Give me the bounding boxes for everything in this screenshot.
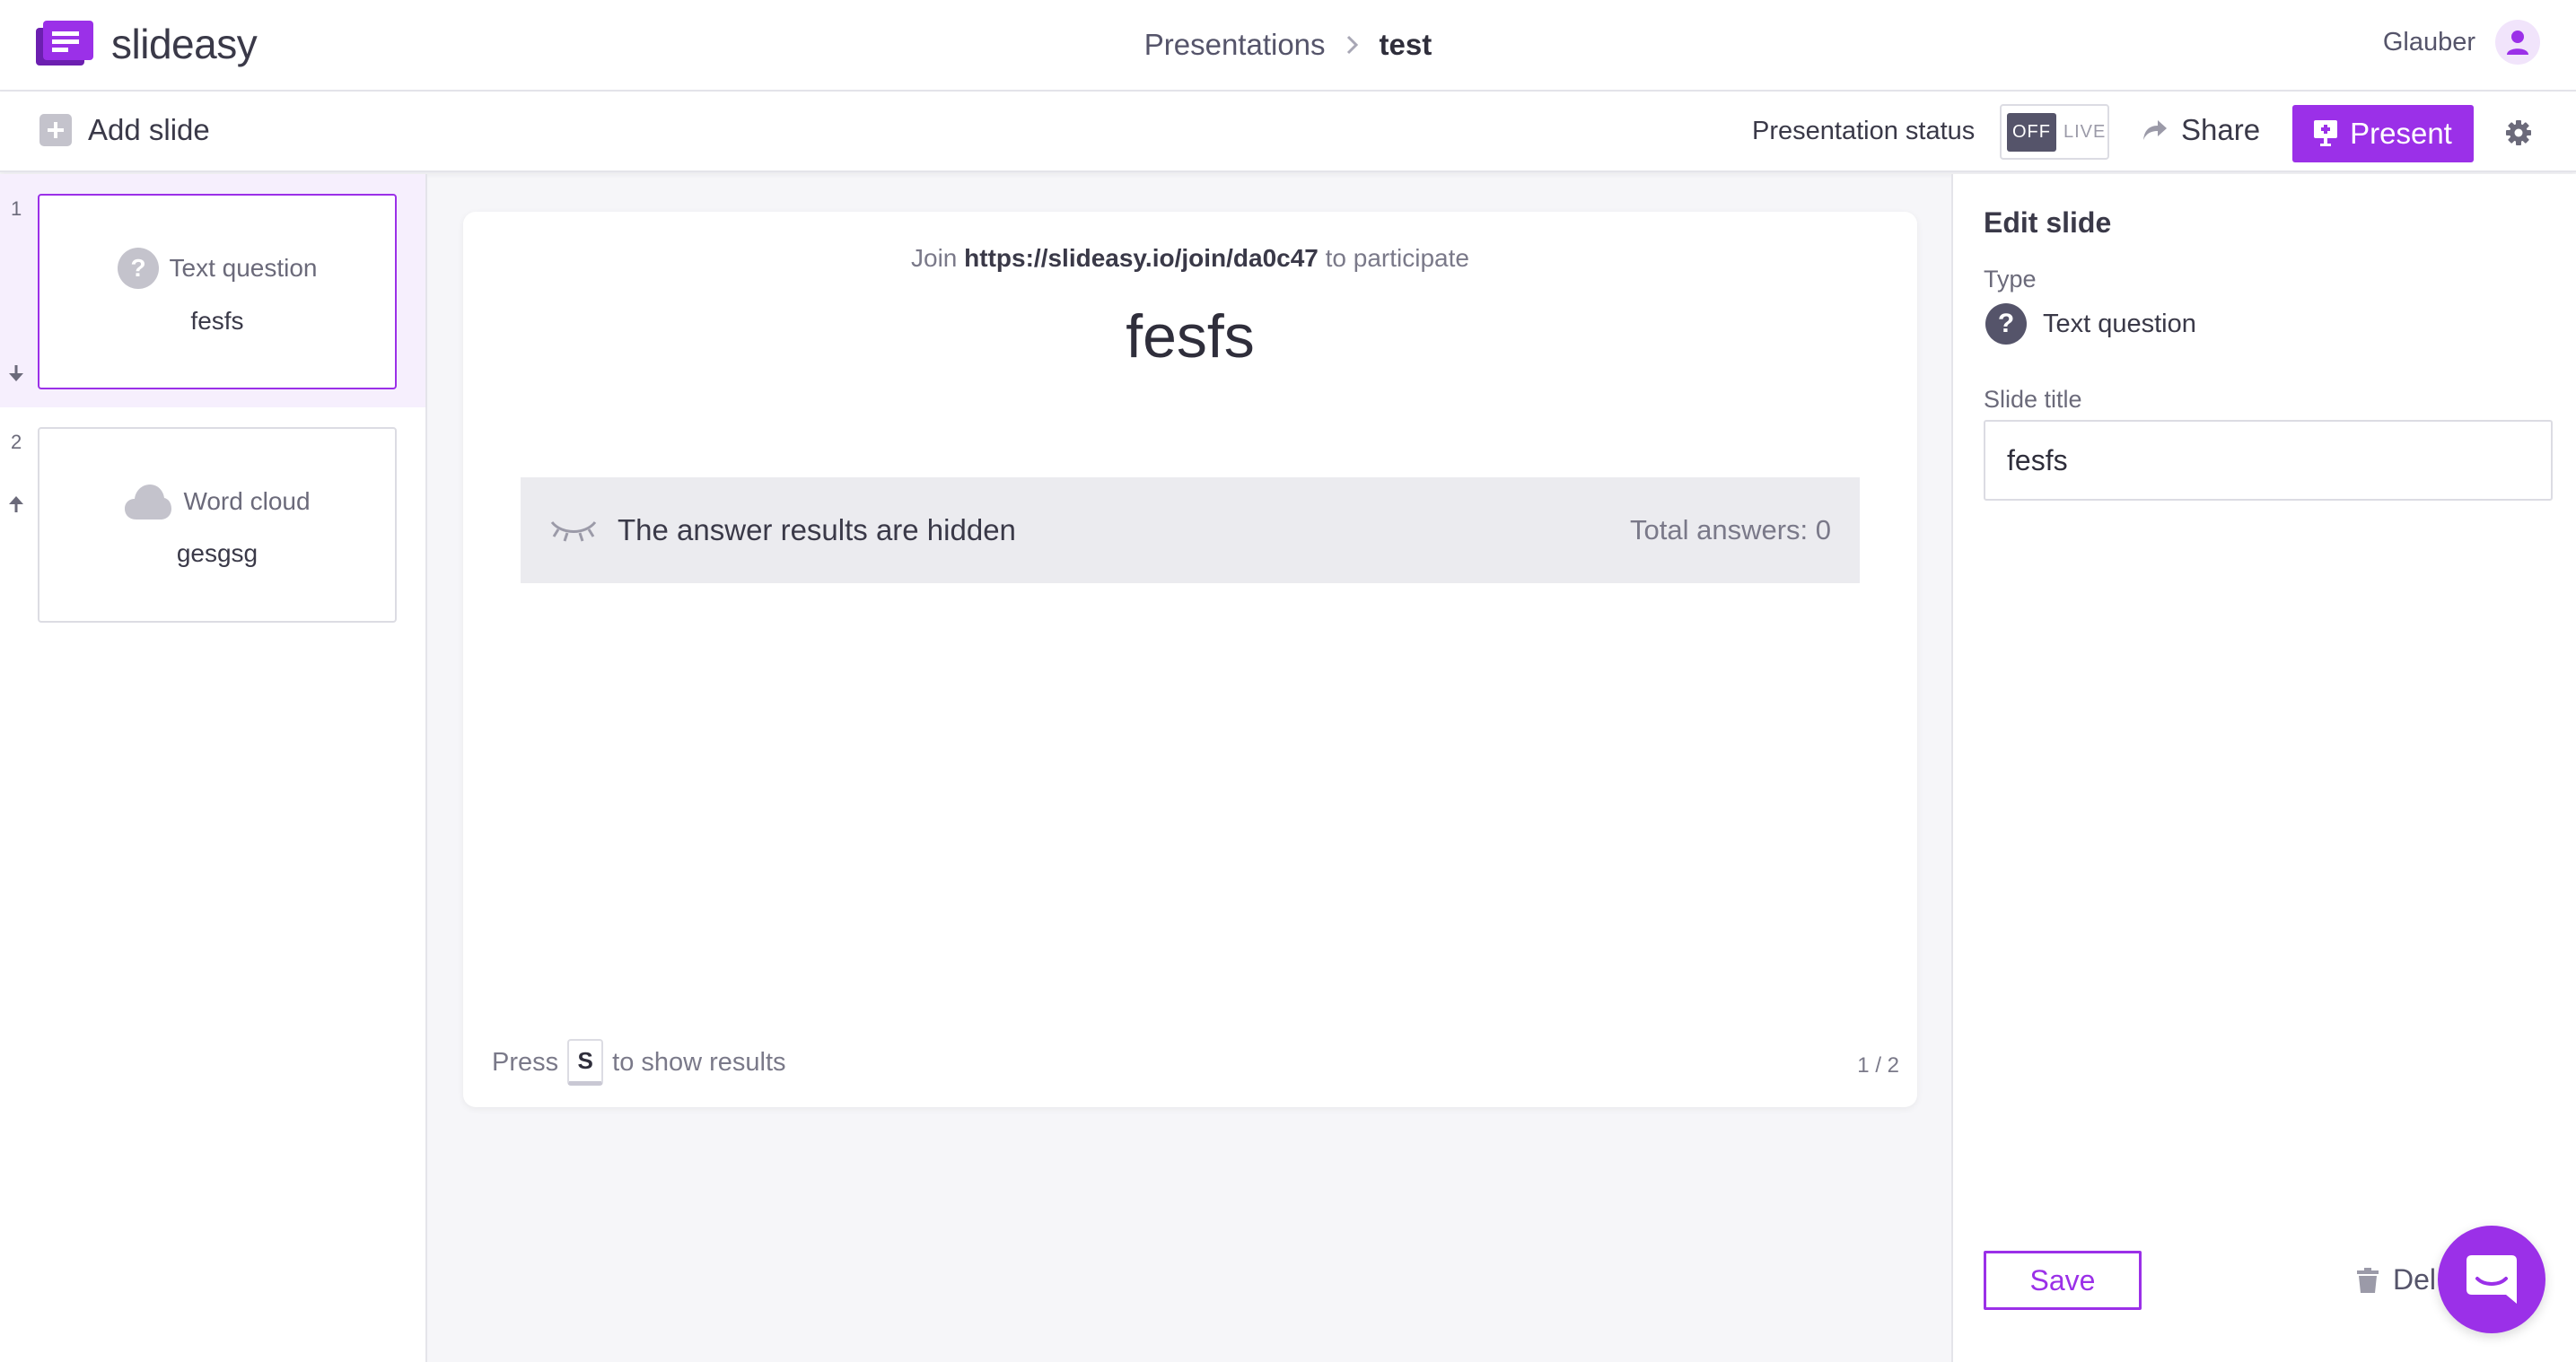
join-prefix: Join xyxy=(911,244,958,272)
slide-list-item[interactable]: 1 ? Text question fesfs xyxy=(0,174,425,407)
results-hidden-banner: The answer results are hidden Total answ… xyxy=(521,477,1860,583)
user-avatar-icon xyxy=(2495,20,2540,65)
svg-text:?: ? xyxy=(130,254,145,282)
show-results-hint: Press S to show results xyxy=(492,1039,786,1086)
toggle-live-label: LIVE xyxy=(2063,121,2107,142)
add-slide-label: Add slide xyxy=(88,113,210,146)
toggle-off-label: OFF xyxy=(2007,112,2056,152)
slide-thumbnail[interactable]: Word cloud gesgsg xyxy=(38,427,397,623)
slide-type-label: Text question xyxy=(169,254,318,282)
join-url[interactable]: https://slideasy.io/join/da0c47 xyxy=(964,244,1319,272)
breadcrumb: Presentations test xyxy=(0,0,2576,90)
present-screen-icon xyxy=(2314,120,2338,146)
question-circle-icon: ? xyxy=(117,248,159,289)
user-menu[interactable]: Glauber xyxy=(2383,20,2540,65)
slide-thumbnail-title: gesgsg xyxy=(176,539,258,567)
edit-slide-panel: Edit slide Type ? Text question Slide ti… xyxy=(1951,174,2576,1362)
trash-icon xyxy=(2357,1267,2379,1293)
share-button[interactable]: Share xyxy=(2142,113,2260,147)
slide-pager: 1 / 2 xyxy=(1857,1053,1899,1078)
edit-slide-heading: Edit slide xyxy=(1984,206,2112,239)
slide-type: ? Text question xyxy=(1985,303,2196,345)
user-name: Glauber xyxy=(2382,27,2475,57)
presentation-status-label: Presentation status xyxy=(1752,117,1976,145)
slide-thumbnail-title: fesfs xyxy=(190,307,244,335)
add-slide-icon xyxy=(39,114,72,146)
press-prefix: Press xyxy=(492,1047,559,1077)
slide-title: fesfs xyxy=(1126,302,1255,371)
type-label: Type xyxy=(1984,266,2037,292)
chat-support-button[interactable] xyxy=(2438,1226,2545,1333)
breadcrumb-presentations-link[interactable]: Presentations xyxy=(1144,28,1326,62)
presentation-status-toggle[interactable]: OFF LIVE xyxy=(2000,104,2109,160)
slide-type-value: Text question xyxy=(2043,309,2196,338)
save-button[interactable]: Save xyxy=(1984,1251,2142,1310)
results-hidden-message: The answer results are hidden xyxy=(618,513,1016,546)
join-suffix: to participate xyxy=(1325,244,1469,272)
share-label: Share xyxy=(2181,113,2261,146)
slide-list-item[interactable]: 2 Word cloud gesgsg xyxy=(0,407,425,641)
slide-preview: Join https://slideasy.io/join/da0c47 to … xyxy=(463,212,1917,1107)
delete-label: Del xyxy=(2393,1263,2437,1296)
share-arrow-icon xyxy=(2143,120,2167,140)
join-instructions: Join https://slideasy.io/join/da0c47 to … xyxy=(463,244,1917,273)
move-up-arrow-icon[interactable] xyxy=(5,493,27,515)
slide-title-label: Slide title xyxy=(1984,386,2082,413)
eye-closed-icon xyxy=(550,520,597,542)
chevron-right-icon xyxy=(1326,34,1380,56)
toolbar: Add slide Presentation status OFF LIVE S… xyxy=(0,92,2576,172)
chat-icon xyxy=(2466,1255,2517,1304)
slide-type-label: Word cloud xyxy=(183,487,311,515)
total-answers: Total answers: 0 xyxy=(1630,514,1831,546)
present-button[interactable]: Present xyxy=(2292,105,2474,162)
slide-thumbnail[interactable]: ? Text question fesfs xyxy=(38,194,397,389)
move-down-arrow-icon[interactable] xyxy=(5,362,27,384)
delete-button[interactable]: Del xyxy=(2357,1263,2436,1297)
slide-title-input[interactable] xyxy=(1984,420,2553,501)
cloud-icon xyxy=(125,485,172,519)
slide-number: 1 xyxy=(11,197,22,220)
settings-gear-icon[interactable] xyxy=(2504,118,2533,147)
keyboard-key: S xyxy=(567,1039,604,1086)
question-circle-icon: ? xyxy=(1985,303,2027,345)
slide-list: 1 ? Text question fesfs 2 Word cloud ges… xyxy=(0,174,427,1362)
top-header: slideasy Presentations test Glauber xyxy=(0,0,2576,92)
press-suffix: to show results xyxy=(612,1047,786,1077)
present-label: Present xyxy=(2350,117,2452,150)
breadcrumb-current: test xyxy=(1379,28,1433,61)
add-slide-button[interactable]: Add slide xyxy=(39,113,210,147)
slide-number: 2 xyxy=(11,431,22,453)
